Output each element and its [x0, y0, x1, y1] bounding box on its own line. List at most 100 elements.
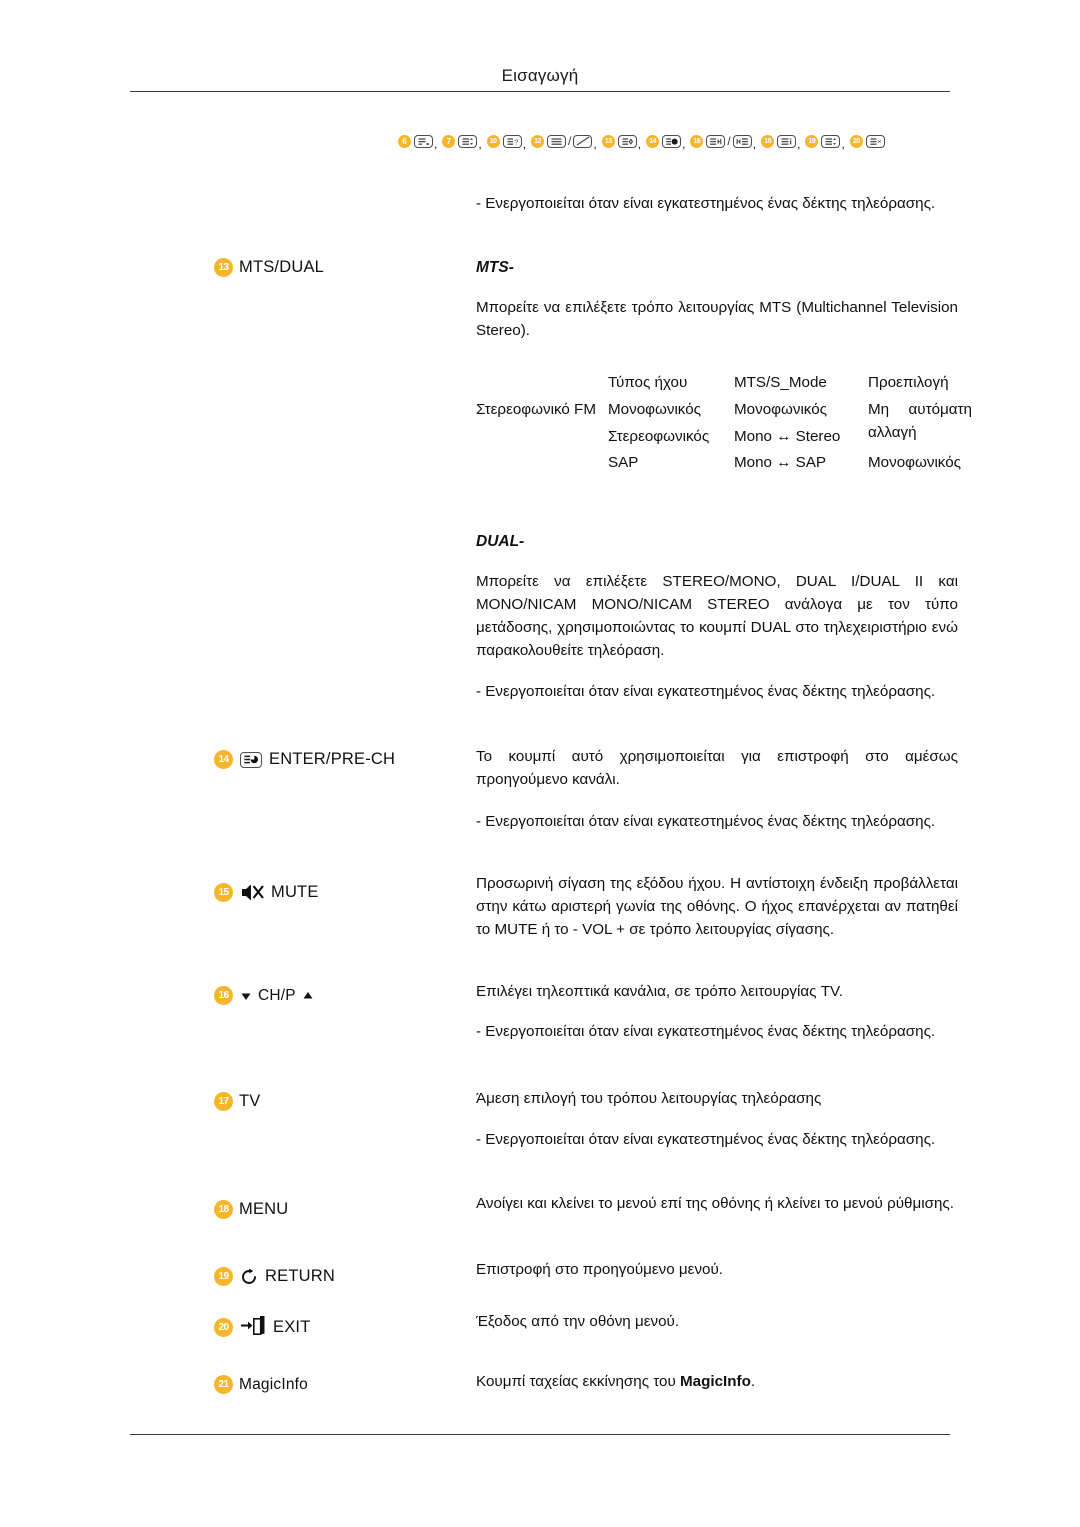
svg-text:×: ×	[877, 137, 881, 146]
separator: ,	[841, 137, 845, 151]
entry-label-text: RETURN	[265, 1267, 335, 1285]
svg-text:?: ?	[514, 137, 518, 146]
number-badge: 16	[690, 134, 704, 148]
entry-14-label: 14 ENTER/PRE-CH	[214, 750, 464, 769]
entry-13-heading-dual: DUAL-	[476, 533, 525, 550]
separator: ,	[593, 137, 597, 151]
icon-summary-item-18: 18 ,	[761, 134, 805, 151]
remote-key-lines-icon	[414, 134, 433, 148]
remote-key-summary-row: 6 , 7 , 10 ? , 12 / , 13 , 14 , 16 / , 1…	[398, 134, 998, 151]
table-cell-default: Μονοφωνικός	[868, 454, 961, 472]
chevron-down-icon	[239, 990, 252, 1002]
exit-door-icon	[239, 1315, 267, 1339]
number-badge: 12	[531, 134, 545, 148]
icon-summary-item-6: 6 ,	[398, 134, 442, 151]
remote-key-question-icon: ?	[502, 134, 522, 148]
entry-17-body: Άμεση επιλογή του τρόπου λειτουργίας τηλ…	[476, 1090, 822, 1107]
remote-key-lines-icon	[547, 134, 567, 148]
entry-13-body-dual: Μπορείτε να επιλέξετε STEREO/MONO, DUAL …	[476, 573, 958, 660]
entry-14-body: Το κουμπί αυτό χρησιμοποιείται για επιστ…	[476, 748, 958, 789]
entry-17-label: 17 TV	[214, 1092, 464, 1111]
number-badge: 16	[214, 986, 233, 1005]
separator: ,	[522, 137, 527, 151]
entry-13-note-2: - Ενεργοποιείται όταν είναι εγκατεστημέν…	[476, 683, 936, 700]
separator: ,	[434, 137, 438, 151]
number-badge: 14	[646, 134, 660, 148]
icon-summary-item-7: 7 ,	[442, 134, 486, 151]
icon-summary-item-13: 13 ,	[601, 134, 646, 151]
table-cell-sound-type: Μονοφωνικός	[608, 400, 701, 418]
entry-19-body: Επιστροφή στο προηγούμενο μενού.	[476, 1261, 724, 1278]
separator: ,	[682, 137, 686, 151]
header-divider	[130, 91, 950, 92]
separator: ,	[637, 137, 642, 151]
number-badge: 15	[214, 882, 233, 902]
entry-20-label: 20 EXIT	[214, 1315, 464, 1339]
separator: ,	[752, 137, 757, 151]
entry-13-label: 13 MTS/DUAL	[214, 258, 464, 277]
slash-separator: /	[568, 134, 572, 148]
table-header-sound-type: Τύπος ήχου	[608, 374, 688, 391]
table-cell-mts-mode: Μονοφωνικός	[734, 400, 827, 418]
entry-label-text: ENTER/PRE-CH	[269, 750, 396, 768]
entry-21-product-name: MagicInfo	[680, 1373, 751, 1390]
remote-key-pie-icon	[662, 134, 682, 148]
icon-summary-item-12: 12 / ,	[531, 134, 602, 151]
icon-summary-item-14: 14 ,	[646, 134, 690, 151]
number-badge: 21	[214, 1375, 233, 1394]
table-header-row: Τύπος ήχου MTS/S_Mode Προεπιλογή	[476, 372, 976, 399]
remote-key-diamond-icon	[617, 134, 637, 148]
entry-label-text: EXIT	[273, 1317, 311, 1336]
entry-20-body: Έξοδος από την οθόνη μενού.	[476, 1313, 680, 1330]
remote-key-next-icon	[706, 134, 726, 148]
number-badge: 20	[214, 1317, 233, 1337]
slash-separator: /	[727, 134, 731, 148]
number-badge: 18	[214, 1200, 233, 1219]
number-badge: 7	[442, 134, 456, 148]
entry-15-body: Προσωρινή σίγαση της εξόδου ήχου. Η αντί…	[476, 875, 958, 939]
separator: ,	[797, 137, 801, 151]
remote-key-lines-updown-icon	[821, 134, 841, 148]
entry-13-heading-mts: MTS-	[476, 259, 514, 276]
number-badge: 19	[805, 134, 819, 148]
table-row-label-fm-stereo: Στερεοφωνικό FM	[476, 400, 596, 418]
return-arrow-icon	[239, 1268, 259, 1286]
table-cell-sound-type: SAP	[608, 454, 639, 472]
entry-label-text: MagicInfo	[239, 1375, 308, 1393]
entry-19-label: 19 RETURN	[214, 1267, 464, 1286]
entry-label-text: MUTE	[271, 882, 319, 901]
number-badge: 10	[486, 134, 500, 148]
entry-label-text: CH/P	[258, 986, 296, 1004]
entry-16-body: Επιλέγει τηλεοπτικά κανάλια, σε τρόπο λε…	[476, 983, 843, 1000]
entry-21-text-before: Κουμπί ταχείας εκκίνησης του	[476, 1373, 681, 1390]
entry-13-body-mts: Μπορείτε να επιλέξετε τρόπο λειτουργίας …	[476, 299, 958, 340]
icon-summary-item-16: 16 / ,	[690, 134, 761, 151]
number-badge: 13	[601, 134, 615, 148]
table-corner-cell	[476, 372, 608, 399]
separator: ,	[478, 137, 482, 151]
page-title: Εισαγωγή	[501, 66, 579, 85]
number-badge: 20	[849, 134, 863, 148]
number-badge: 18	[761, 134, 775, 148]
number-badge: 19	[214, 1267, 233, 1286]
number-badge: 17	[214, 1092, 233, 1111]
icon-summary-item-20: 20 ×	[849, 134, 886, 148]
remote-key-diagonal-icon	[573, 134, 593, 148]
table-cell-mts-mode: Mono ↔ Stereo	[734, 427, 841, 445]
entry-21-label: 21 MagicInfo	[214, 1375, 464, 1394]
table-cell-mts-mode: Mono ↔ SAP	[734, 454, 827, 472]
number-badge: 6	[398, 134, 411, 148]
chevron-up-icon	[302, 990, 315, 1002]
entry-18-label: 18 MENU	[214, 1200, 464, 1219]
mts-mode-table: Τύπος ήχου MTS/S_Mode Προεπιλογή Στερεοφ…	[476, 372, 972, 479]
remote-key-pie-icon	[240, 751, 262, 768]
entry-21-text-after: .	[750, 1373, 756, 1390]
icon-summary-item-10: 10 ? ,	[486, 134, 531, 151]
remote-key-close-icon: ×	[865, 134, 885, 148]
speaker-mute-icon	[239, 881, 265, 903]
entry-16-label: 16 CH/P	[214, 986, 464, 1005]
number-badge: 13	[214, 258, 233, 277]
table-cell-default: Μη αυτόματη αλλαγή	[868, 400, 972, 441]
entry-label-text: MENU	[239, 1200, 289, 1218]
icon-summary-item-19: 19 ,	[805, 134, 849, 151]
